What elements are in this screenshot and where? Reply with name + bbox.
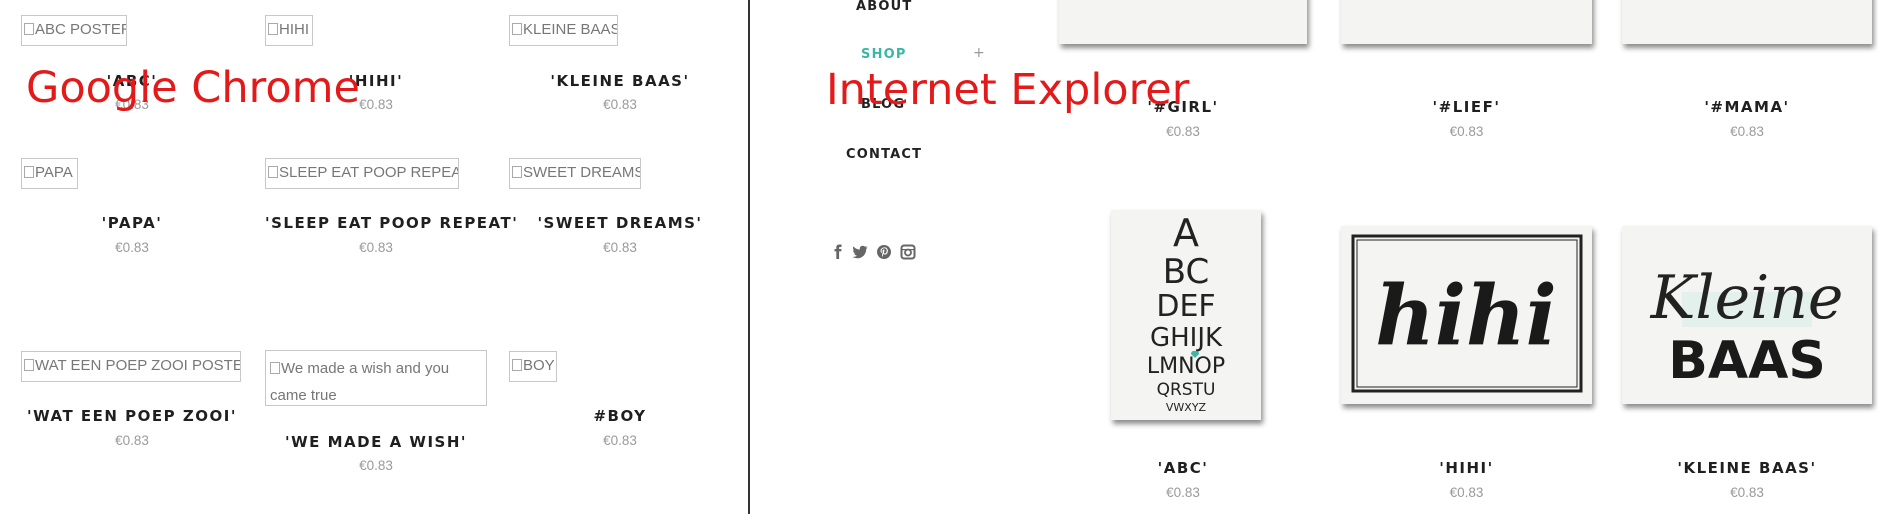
broken-image-icon [24, 359, 34, 371]
broken-image-kleine-baas[interactable]: KLEINE BAAS [509, 15, 618, 46]
product-price: €0.83 [603, 97, 637, 112]
broken-image-icon [268, 166, 278, 178]
nav-about[interactable]: ABOUT [856, 0, 912, 14]
abc-line: VWXYZ [1166, 401, 1207, 414]
product-price: €0.83 [1166, 485, 1200, 500]
broken-image-icon [24, 23, 34, 35]
product-title[interactable]: '#LIEF' [1341, 98, 1592, 116]
image-alt-text: SWEET DREAMS [523, 164, 641, 181]
broken-image-sleep-eat-poop-repeat[interactable]: SLEEP EAT POOP REPEAT [265, 158, 459, 189]
product-title[interactable]: 'SWEET DREAMS' [509, 214, 731, 232]
product-price: €0.83 [115, 433, 149, 448]
broken-image-icon [512, 23, 522, 35]
product-title[interactable]: 'KLEINE BAAS' [1622, 459, 1872, 477]
pinterest-icon[interactable] [876, 244, 892, 260]
kleine-text: Kleine [1650, 263, 1844, 333]
product-price: €0.83 [603, 433, 637, 448]
image-alt-text: BOY [523, 357, 555, 374]
broken-image-wat-een-poep-zooi[interactable]: WAT EEN POEP ZOOI POSTER [21, 351, 241, 382]
instagram-icon[interactable] [900, 244, 916, 260]
baas-text: BAAS [1668, 331, 1826, 391]
broken-image-boy[interactable]: BOY [509, 351, 557, 382]
broken-image-we-made-a-wish[interactable]: We made a wish and you came true [265, 350, 487, 406]
product-price: €0.83 [1730, 485, 1764, 500]
product-image-mama[interactable] [1622, 0, 1872, 44]
abc-line: LMNOP [1147, 354, 1225, 379]
kleine-baas-poster-art: Kleine BAAS [1650, 263, 1844, 391]
product-price: €0.83 [1449, 485, 1484, 500]
product-image-abc[interactable]: A BC DEF GHIJK LMNOP QRSTU VWXYZ [1111, 210, 1261, 420]
facebook-icon[interactable] [830, 244, 846, 260]
product-title[interactable]: #BOY [509, 407, 731, 425]
image-alt-text: SLEEP EAT POOP REPEAT [279, 164, 459, 181]
broken-image-icon [512, 166, 522, 178]
image-alt-text: WAT EEN POEP ZOOI POSTER [35, 357, 241, 374]
broken-image-hihi[interactable]: HIHI [265, 15, 313, 46]
product-title[interactable]: 'WAT EEN POEP ZOOI' [21, 407, 243, 425]
broken-image-icon [270, 362, 280, 374]
browser-label-ie: Internet Explorer [826, 65, 1190, 115]
product-image-hihi[interactable]: hihi [1341, 226, 1592, 404]
hihi-text: hihi [1375, 268, 1557, 364]
browser-label-chrome: Google Chrome [26, 63, 360, 113]
product-title[interactable]: 'SLEEP EAT POOP REPEAT' [265, 214, 517, 232]
abc-poster-art: A BC DEF GHIJK LMNOP QRSTU VWXYZ [1147, 211, 1225, 414]
product-price: €0.83 [603, 240, 637, 255]
abc-line: GHIJK [1150, 323, 1223, 353]
hihi-poster-art: hihi [1351, 234, 1583, 393]
product-price: €0.83 [1730, 124, 1764, 139]
abc-line: BC [1163, 252, 1209, 292]
abc-line: QRSTU [1157, 380, 1216, 400]
product-price: €0.83 [359, 240, 393, 255]
nav-shop-expand[interactable]: + [973, 45, 985, 61]
product-title[interactable]: 'PAPA' [21, 214, 243, 232]
nav-shop[interactable]: SHOP [861, 47, 907, 62]
image-alt-text: PAPA [35, 164, 73, 181]
product-price: €0.83 [1449, 124, 1484, 139]
broken-image-icon [24, 166, 34, 178]
product-title[interactable]: 'HIHI' [1341, 459, 1592, 477]
broken-image-sweet-dreams[interactable]: SWEET DREAMS [509, 158, 641, 189]
nav-contact[interactable]: CONTACT [846, 147, 922, 162]
abc-line: DEF [1156, 289, 1215, 324]
broken-image-papa[interactable]: PAPA [21, 158, 78, 189]
panel-divider [748, 0, 750, 514]
abc-line: A [1173, 211, 1199, 255]
product-image-lief[interactable] [1341, 0, 1592, 44]
image-alt-text: We made a wish and you came true [270, 360, 450, 404]
image-alt-text: KLEINE BAAS [523, 21, 618, 38]
product-title[interactable]: 'KLEINE BAAS' [509, 72, 731, 90]
product-title[interactable]: 'ABC' [1059, 459, 1307, 477]
product-image-girl[interactable] [1059, 0, 1307, 44]
product-price: €0.83 [359, 458, 393, 473]
broken-image-icon [512, 359, 522, 371]
product-price: €0.83 [1166, 124, 1200, 139]
image-alt-text: HIHI [279, 21, 309, 38]
broken-image-abc-poster[interactable]: ABC POSTER [21, 15, 127, 46]
product-title[interactable]: 'WE MADE A WISH' [265, 433, 487, 451]
broken-image-icon [268, 23, 278, 35]
product-price: €0.83 [115, 240, 149, 255]
product-image-kleine-baas[interactable]: Kleine BAAS [1622, 226, 1872, 404]
twitter-icon[interactable] [852, 244, 868, 260]
product-title[interactable]: '#MAMA' [1622, 98, 1872, 116]
image-alt-text: ABC POSTER [35, 21, 127, 38]
